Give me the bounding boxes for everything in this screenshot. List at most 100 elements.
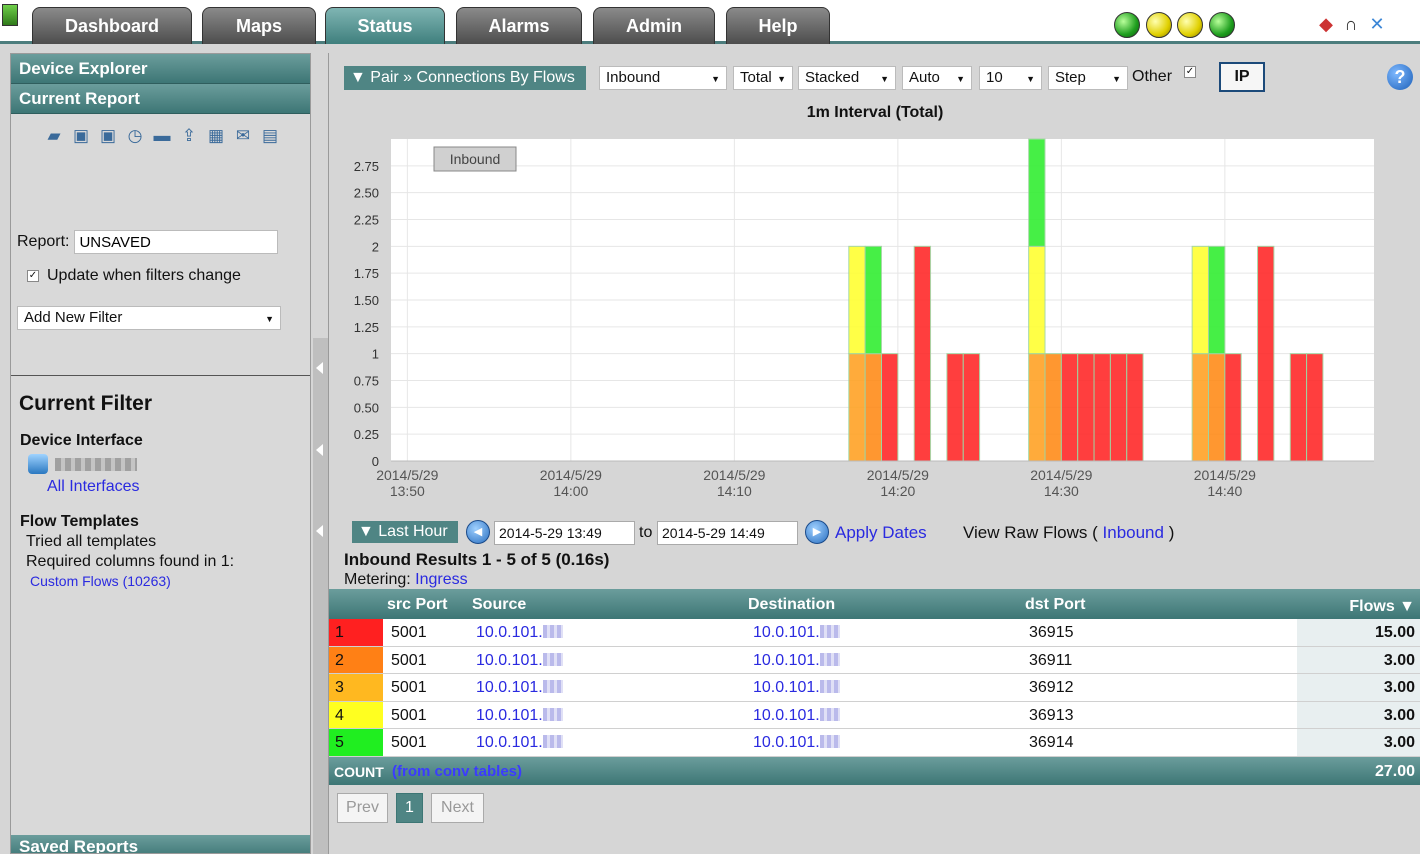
destination-link[interactable]: 10.0.101.	[753, 707, 840, 725]
from-date-input[interactable]: 2014-5-29 13:49	[494, 521, 635, 545]
to-date-input[interactable]: 2014-5-29 14:49	[657, 521, 798, 545]
app-logo-icon[interactable]	[2, 4, 18, 26]
table-row[interactable]: 3 5001 10.0.101. 10.0.101. 36912 3.00	[329, 674, 1420, 702]
tab-admin[interactable]: Admin	[593, 7, 715, 44]
y-tick-label: 1.25	[354, 320, 379, 335]
schedule-icon[interactable]: ◷	[122, 124, 148, 148]
prev-range-icon[interactable]: ◀	[466, 520, 490, 544]
apply-dates-link[interactable]: Apply Dates	[835, 523, 927, 543]
print-icon[interactable]: ▬	[149, 124, 175, 148]
chart-bar	[962, 353, 981, 462]
col-dst-port[interactable]: dst Port	[1025, 596, 1085, 614]
flows-cell: 15.00	[1297, 619, 1420, 646]
step-select[interactable]: Step ▼	[1048, 66, 1128, 90]
table-row[interactable]: 4 5001 10.0.101. 10.0.101. 36913 3.00	[329, 701, 1420, 729]
time-range-select[interactable]: ▼ Last Hour	[352, 521, 458, 543]
pdf-icon[interactable]: ▤	[257, 124, 283, 148]
chart-bar	[1208, 245, 1226, 355]
destination-link[interactable]: 10.0.101.	[753, 624, 840, 642]
chevron-down-icon: ▼	[880, 74, 889, 84]
collapse-arrow-icon[interactable]	[316, 362, 323, 374]
stacked-select[interactable]: Stacked ▼	[798, 66, 896, 90]
destination-link[interactable]: 10.0.101.	[753, 734, 840, 752]
tools-icon[interactable]: ✕	[1367, 14, 1387, 34]
save-icon[interactable]: ▣	[68, 124, 94, 148]
count-source-link[interactable]: (from conv tables)	[392, 763, 522, 780]
collapse-arrow-icon[interactable]	[316, 444, 323, 456]
y-tick-label: 2.50	[354, 186, 379, 201]
col-src-port[interactable]: src Port	[387, 596, 447, 614]
save-as-icon[interactable]: ▣	[95, 124, 121, 148]
y-tick-label: 0.50	[354, 400, 379, 415]
status-light-green-icon[interactable]	[1209, 12, 1235, 38]
tab-maps[interactable]: Maps	[202, 7, 316, 44]
source-link[interactable]: 10.0.101.	[476, 707, 563, 725]
table-row[interactable]: 5 5001 10.0.101. 10.0.101. 36914 3.00	[329, 729, 1420, 757]
redacted-ip-icon	[542, 625, 563, 638]
col-source[interactable]: Source	[472, 596, 526, 614]
table-icon[interactable]: ▦	[203, 124, 229, 148]
col-flows[interactable]: Flows ▼	[1349, 598, 1415, 616]
col-destination[interactable]: Destination	[748, 596, 835, 614]
source-link[interactable]: 10.0.101.	[476, 624, 563, 642]
table-row[interactable]: 1 5001 10.0.101. 10.0.101. 36915 15.00	[329, 619, 1420, 647]
other-checkbox[interactable]: ✓	[1184, 66, 1196, 78]
chevron-down-icon: ▼	[777, 74, 786, 84]
saved-reports-header[interactable]: Saved Reports	[11, 835, 310, 853]
ip-button[interactable]: IP	[1219, 62, 1265, 92]
direction-select[interactable]: Inbound ▼	[599, 66, 727, 90]
y-tick-label: 1.50	[354, 293, 379, 308]
view-raw-flows: View Raw Flows ( Inbound )	[963, 523, 1175, 542]
binoculars-icon[interactable]: ∩	[1341, 14, 1361, 34]
total-select[interactable]: Total ▼	[733, 66, 793, 90]
chart-bar	[1077, 353, 1095, 462]
status-light-yellow-icon[interactable]	[1177, 12, 1203, 38]
report-name-input[interactable]	[74, 230, 279, 254]
help-icon[interactable]: ?	[1387, 64, 1413, 90]
page-1-button[interactable]: 1	[396, 793, 423, 823]
status-light-green-icon[interactable]	[1114, 12, 1140, 38]
tab-help[interactable]: Help	[726, 7, 830, 44]
all-interfaces-link[interactable]: All Interfaces	[47, 478, 139, 496]
alert-diamond-icon[interactable]: ◆	[1316, 14, 1336, 34]
topn-select[interactable]: 10 ▼	[979, 66, 1042, 90]
metering-ingress-link[interactable]: Ingress	[415, 571, 467, 588]
export-icon[interactable]: ⇪	[176, 124, 202, 148]
tab-status[interactable]: Status	[325, 7, 445, 44]
destination-link[interactable]: 10.0.101.	[753, 679, 840, 697]
status-light-yellow-icon[interactable]	[1146, 12, 1172, 38]
redacted-ip-icon	[819, 735, 840, 748]
saved-reports[interactable]: Saved Reports	[11, 835, 310, 853]
current-filter-title: Current Filter	[19, 392, 153, 415]
auto-select[interactable]: Auto ▼	[902, 66, 972, 90]
raw-flows-inbound-link[interactable]: Inbound	[1103, 523, 1164, 542]
src-port-cell: 5001	[391, 679, 427, 696]
collapse-arrow-icon[interactable]	[316, 525, 323, 537]
source-link[interactable]: 10.0.101.	[476, 679, 563, 697]
email-icon[interactable]: ✉	[230, 124, 256, 148]
device-explorer-header[interactable]: Device Explorer	[11, 54, 310, 84]
report-breadcrumb[interactable]: ▼ Pair » Connections By Flows	[344, 66, 586, 90]
tab-alarms[interactable]: Alarms	[456, 7, 582, 44]
sidebar-splitter[interactable]	[313, 338, 328, 854]
chevron-down-icon: ▼	[711, 74, 720, 84]
next-range-icon[interactable]: ▶	[805, 520, 829, 544]
chart-bar	[1191, 353, 1210, 462]
destination-link[interactable]: 10.0.101.	[753, 652, 840, 670]
source-link[interactable]: 10.0.101.	[476, 652, 563, 670]
chart-bar	[913, 245, 932, 462]
report-toolbar: ▰ ▣ ▣ ◷ ▬ ⇪ ▦ ✉ ▤	[41, 124, 283, 150]
tab-dashboard[interactable]: Dashboard	[32, 7, 192, 44]
update-checkbox[interactable]: ✓	[27, 270, 39, 282]
source-link[interactable]: 10.0.101.	[476, 734, 563, 752]
chart-bar	[864, 245, 883, 355]
prev-page-button[interactable]: Prev	[337, 793, 388, 823]
table-row[interactable]: 2 5001 10.0.101. 10.0.101. 36911 3.00	[329, 646, 1420, 674]
x-tick-label: 2014/5/29	[1194, 467, 1256, 483]
add-filter-select[interactable]: Add New Filter ▼	[17, 306, 281, 330]
next-page-button[interactable]: Next	[431, 793, 484, 823]
current-report-header[interactable]: Current Report	[11, 84, 310, 114]
chart-bar	[1289, 353, 1308, 462]
custom-flows-link[interactable]: Custom Flows (10263)	[30, 573, 171, 589]
open-icon[interactable]: ▰	[41, 124, 67, 148]
